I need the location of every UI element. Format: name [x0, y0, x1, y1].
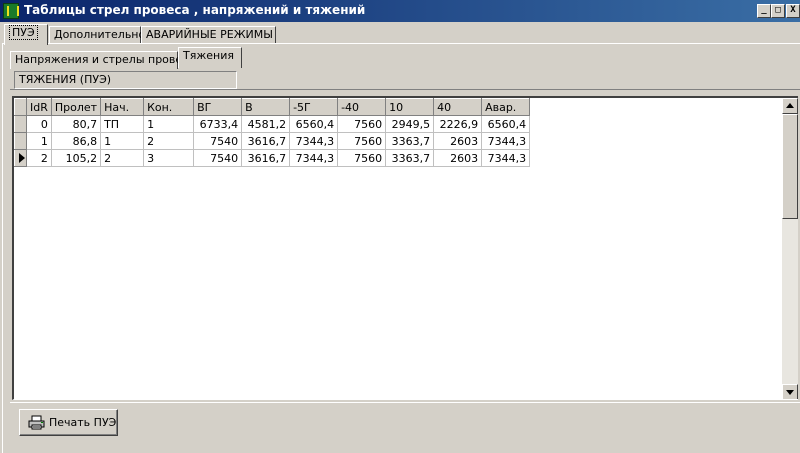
cell-v[interactable]: 3616,7	[241, 132, 291, 150]
col-header-40[interactable]: 40	[433, 98, 483, 116]
tab-pue[interactable]: ПУЭ	[4, 24, 48, 45]
cell-minus40[interactable]: 7560	[337, 149, 387, 167]
col-header-v[interactable]: В	[241, 98, 291, 116]
tab-stresses-and-sags[interactable]: Напряжения и стрелы провеса	[10, 51, 195, 69]
app-icon[interactable]	[3, 3, 19, 19]
print-pue-label: Печать ПУЭ	[49, 416, 117, 429]
tab-additional[interactable]: Дополнительно	[49, 26, 145, 44]
col-header-10[interactable]: 10	[385, 98, 435, 116]
divider	[10, 89, 800, 91]
cell-v[interactable]: 4581,2	[241, 115, 291, 133]
cell-end[interactable]: 3	[143, 149, 195, 167]
header-row: IdR Пролет Нач. Кон. ВГ В -5Г -40 10 40 …	[14, 98, 531, 116]
print-pue-button[interactable]: Печать ПУЭ	[19, 409, 118, 436]
cell-end[interactable]: 1	[143, 115, 195, 133]
row-indicator-current[interactable]	[14, 149, 27, 167]
cell-40[interactable]: 2603	[433, 132, 483, 150]
col-header-minus40[interactable]: -40	[337, 98, 387, 116]
cell-vg[interactable]: 7540	[193, 149, 243, 167]
row-indicator[interactable]	[14, 132, 27, 150]
title-bar: Таблицы стрел провеса , напряжений и тяж…	[0, 0, 800, 22]
current-row-arrow-icon	[19, 153, 25, 163]
cell-vg[interactable]: 7540	[193, 132, 243, 150]
col-header-vg[interactable]: ВГ	[193, 98, 243, 116]
bottom-divider	[10, 402, 800, 403]
cell-10[interactable]: 3363,7	[385, 149, 435, 167]
table-row[interactable]: 1 86,8 1 2 7540 3616,7 7344,3 7560 3363,…	[14, 132, 531, 150]
tensions-grid[interactable]: IdR Пролет Нач. Кон. ВГ В -5Г -40 10 40 …	[12, 96, 798, 400]
cell-emergency[interactable]: 6560,4	[481, 115, 531, 133]
row-indicator[interactable]	[14, 115, 27, 133]
cell-start[interactable]: ТП	[100, 115, 145, 133]
tab-tensions[interactable]: Тяжения	[178, 47, 242, 68]
cell-emergency[interactable]: 7344,3	[481, 149, 531, 167]
maximize-button[interactable]: □	[771, 4, 785, 18]
cell-start[interactable]: 2	[100, 149, 145, 167]
cell-10[interactable]: 2949,5	[385, 115, 435, 133]
indicator-header	[14, 98, 27, 116]
col-header-end[interactable]: Кон.	[143, 98, 195, 116]
vertical-scrollbar[interactable]	[782, 98, 798, 399]
printer-icon	[28, 415, 45, 430]
scroll-down-button[interactable]	[782, 384, 798, 399]
cell-span[interactable]: 86,8	[51, 132, 102, 150]
cell-10[interactable]: 3363,7	[385, 132, 435, 150]
tab-emergency-modes[interactable]: АВАРИЙНЫЕ РЕЖИМЫ	[141, 26, 276, 44]
close-button[interactable]: X	[786, 4, 800, 18]
col-header-emergency[interactable]: Авар.	[481, 98, 531, 116]
cell-idr[interactable]: 0	[26, 115, 52, 133]
col-header-idr[interactable]: IdR	[26, 98, 52, 116]
col-header-span[interactable]: Пролет	[50, 98, 102, 116]
col-header-start[interactable]: Нач.	[100, 98, 145, 116]
cell-minus5g[interactable]: 6560,4	[289, 115, 339, 133]
cell-idr[interactable]: 1	[26, 132, 52, 150]
table-row[interactable]: 2 105,2 2 3 7540 3616,7 7344,3 7560 3363…	[14, 149, 531, 167]
cell-minus40[interactable]: 7560	[337, 132, 387, 150]
table-row[interactable]: 0 80,7 ТП 1 6733,4 4581,2 6560,4 7560 29…	[14, 115, 531, 133]
cell-v[interactable]: 3616,7	[241, 149, 291, 167]
cell-end[interactable]: 2	[143, 132, 195, 150]
tab-pue-label: ПУЭ	[9, 25, 38, 40]
cell-40[interactable]: 2603	[433, 149, 483, 167]
cell-vg[interactable]: 6733,4	[193, 115, 243, 133]
cell-span[interactable]: 80,7	[51, 115, 102, 133]
main-tabstrip: ПУЭ Дополнительно АВАРИЙНЫЕ РЕЖИМЫ	[4, 24, 800, 45]
col-header-minus5g[interactable]: -5Г	[289, 98, 339, 116]
cell-40[interactable]: 2226,9	[433, 115, 483, 133]
cell-minus40[interactable]: 7560	[337, 115, 387, 133]
cell-span[interactable]: 105,2	[51, 149, 102, 167]
cell-emergency[interactable]: 7344,3	[481, 132, 531, 150]
cell-minus5g[interactable]: 7344,3	[289, 132, 339, 150]
section-title: ТЯЖЕНИЯ (ПУЭ)	[14, 71, 237, 89]
minimize-button[interactable]: _	[757, 4, 771, 18]
scroll-up-button[interactable]	[782, 98, 798, 114]
data-table: IdR Пролет Нач. Кон. ВГ В -5Г -40 10 40 …	[14, 98, 531, 167]
window-title: Таблицы стрел провеса , напряжений и тяж…	[24, 3, 366, 17]
cell-minus5g[interactable]: 7344,3	[289, 149, 339, 167]
scroll-thumb[interactable]	[782, 114, 798, 219]
cell-start[interactable]: 1	[100, 132, 145, 150]
cell-idr[interactable]: 2	[26, 149, 52, 167]
